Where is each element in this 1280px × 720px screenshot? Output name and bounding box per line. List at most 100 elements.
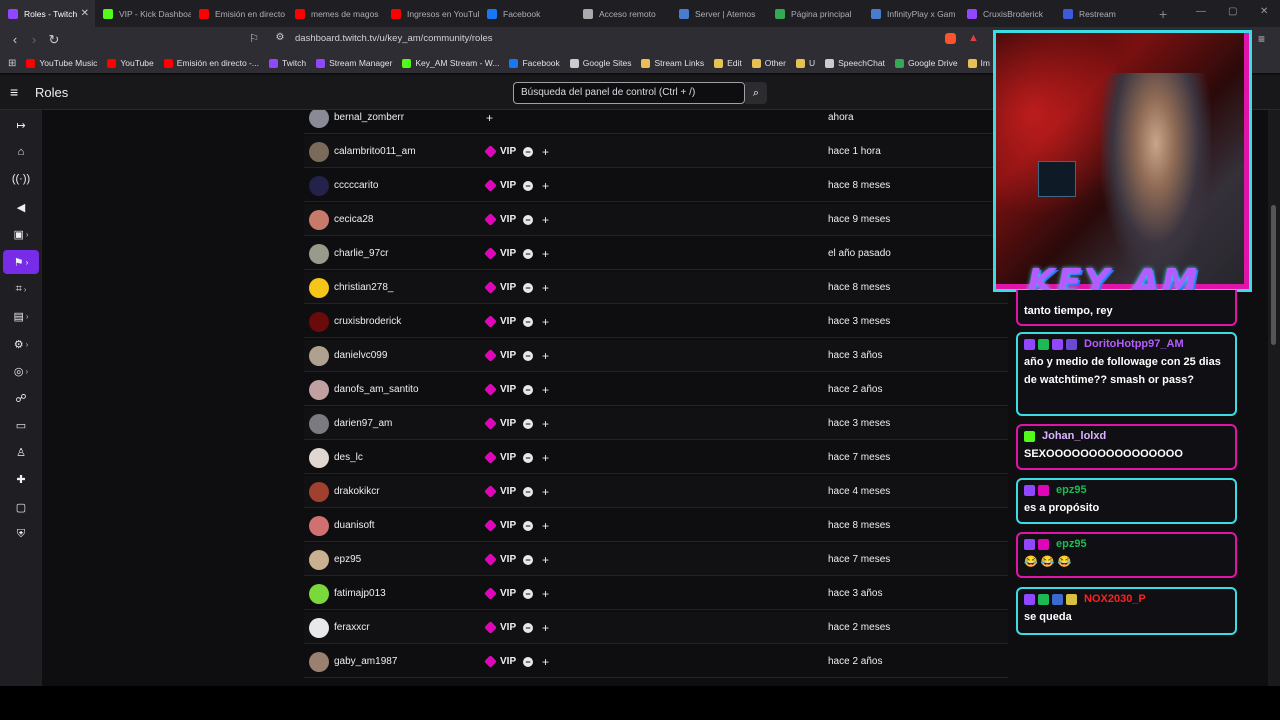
username[interactable]: bernal_zomberr	[334, 112, 404, 123]
username[interactable]: gaby_am1987	[334, 656, 397, 667]
username[interactable]: danielvc099	[334, 350, 387, 361]
browser-tab[interactable]: Server | Atemos	[671, 0, 767, 27]
remove-role-button[interactable]: −	[523, 282, 533, 293]
new-tab-icon[interactable]: +	[1151, 6, 1175, 22]
avatar[interactable]	[309, 651, 329, 672]
content-icon[interactable]: ⌗ ›	[3, 277, 39, 301]
add-role-button[interactable]: +	[542, 587, 549, 601]
safety-icon[interactable]: ⛨	[3, 522, 39, 546]
monetization-icon[interactable]: ▤ ›	[3, 304, 39, 328]
avatar[interactable]	[309, 413, 329, 434]
bookmark-item[interactable]: Stream Manager	[316, 58, 392, 68]
bookmark-item[interactable]: Emisión en directo -...	[163, 58, 259, 68]
avatar[interactable]	[309, 379, 329, 400]
add-role-button[interactable]: +	[542, 655, 549, 669]
avatar[interactable]	[309, 311, 329, 332]
add-role-button[interactable]: +	[542, 621, 549, 635]
username[interactable]: darien97_am	[334, 418, 392, 429]
add-role-button[interactable]: +	[542, 519, 549, 533]
apps-grid-icon[interactable]: ⊞	[8, 58, 16, 69]
remove-role-button[interactable]: −	[523, 214, 533, 225]
username[interactable]: des_lc	[334, 452, 363, 463]
avatar[interactable]	[309, 345, 329, 366]
avatar[interactable]	[309, 447, 329, 468]
promotions-icon[interactable]: ◀	[3, 195, 39, 219]
bookmark-item[interactable]: Google Sites	[569, 58, 631, 68]
avatar[interactable]	[309, 243, 329, 264]
bookmark-item[interactable]: Other	[751, 58, 786, 68]
username[interactable]: christian278_	[334, 282, 393, 293]
remove-role-button[interactable]: −	[523, 418, 533, 429]
collapse-nav-icon[interactable]: ↦	[3, 113, 39, 137]
remove-role-button[interactable]: −	[523, 656, 533, 667]
avatar[interactable]	[309, 617, 329, 638]
remove-role-button[interactable]: −	[523, 588, 533, 599]
scrollbar-thumb[interactable]	[1271, 205, 1276, 345]
bookmark-item[interactable]: YouTube	[107, 58, 154, 68]
bookmark-item[interactable]: U	[796, 58, 815, 68]
bookmark-item[interactable]: YouTube Music	[26, 58, 97, 68]
back-icon[interactable]: ‹	[5, 32, 25, 47]
remove-role-button[interactable]: −	[523, 554, 533, 565]
username[interactable]: drakokikcr	[334, 486, 380, 497]
avatar[interactable]	[309, 110, 329, 128]
browser-tab[interactable]: memes de magos	[287, 0, 383, 27]
bookmark-item[interactable]: SpeechChat	[825, 58, 885, 68]
bookmark-item[interactable]: Google Drive	[894, 58, 958, 68]
username[interactable]: cecica28	[334, 214, 373, 225]
add-role-button[interactable]: +	[542, 145, 549, 159]
remove-role-button[interactable]: −	[523, 520, 533, 531]
username[interactable]: epz95	[334, 554, 361, 565]
remove-role-button[interactable]: −	[523, 180, 533, 191]
bookmark-item[interactable]: Im	[967, 58, 990, 68]
creator-camp-icon[interactable]: ☍	[3, 386, 39, 410]
forward-icon[interactable]: ›	[24, 32, 44, 47]
browser-tab[interactable]: Roles - Twitch ✕	[0, 0, 95, 27]
browser-tab[interactable]: VIP - Kick Dashboard	[95, 0, 191, 27]
settings-icon[interactable]: ⚙ ›	[3, 332, 39, 356]
page-scrollbar[interactable]	[1268, 110, 1280, 686]
achievements-icon[interactable]: ♙	[3, 440, 39, 464]
remove-role-button[interactable]: −	[523, 384, 533, 395]
browser-tab[interactable]: Facebook	[479, 0, 575, 27]
remove-role-button[interactable]: −	[523, 622, 533, 633]
maximize-icon[interactable]: ▢	[1228, 6, 1237, 17]
video-producer-icon[interactable]: ▭	[3, 413, 39, 437]
remove-role-button[interactable]: −	[523, 486, 533, 497]
add-role-button[interactable]: +	[542, 553, 549, 567]
url-field[interactable]: dashboard.twitch.tv/u/key_am/community/r…	[295, 33, 492, 44]
reload-icon[interactable]: ↻	[44, 32, 64, 48]
username[interactable]: duanisoft	[334, 520, 375, 531]
browser-tab[interactable]: CruxisBroderick	[959, 0, 1055, 27]
add-role-button[interactable]: +	[542, 281, 549, 295]
avatar[interactable]	[309, 515, 329, 536]
add-role-button[interactable]: +	[542, 315, 549, 329]
remove-role-button[interactable]: −	[523, 248, 533, 259]
avatar[interactable]	[309, 175, 329, 196]
add-role-button[interactable]: +	[542, 349, 549, 363]
hamburger-menu-icon[interactable]: ≡	[10, 85, 24, 99]
brave-shield-icon[interactable]	[945, 33, 956, 44]
close-window-icon[interactable]: ✕	[1260, 6, 1268, 17]
add-role-button[interactable]: +	[542, 451, 549, 465]
viewer-rewards-icon[interactable]: ◎ ›	[3, 359, 39, 383]
bookmark-item[interactable]: Key_AM Stream - W...	[402, 58, 499, 68]
avatar[interactable]	[309, 583, 329, 604]
avatar[interactable]	[309, 549, 329, 570]
username[interactable]: cccccarito	[334, 180, 378, 191]
add-role-button[interactable]: +	[542, 417, 549, 431]
extensions-icon[interactable]: ✚	[3, 467, 39, 491]
add-role-button[interactable]: +	[542, 179, 549, 193]
avatar[interactable]	[309, 141, 329, 162]
browser-menu-icon[interactable]: ≡	[1258, 32, 1265, 46]
add-role-button[interactable]: +	[486, 111, 493, 125]
community-icon[interactable]: ⚑ ›	[3, 250, 39, 274]
add-role-button[interactable]: +	[542, 485, 549, 499]
search-icon[interactable]: ⌕	[745, 82, 767, 104]
bookmark-icon[interactable]: ⚐	[244, 32, 264, 45]
brave-rewards-icon[interactable]: ▲	[968, 32, 979, 44]
browser-tab[interactable]: Emisión en directo	[191, 0, 287, 27]
home-icon[interactable]: ⌂	[3, 140, 39, 164]
avatar[interactable]	[309, 277, 329, 298]
remove-role-button[interactable]: −	[523, 350, 533, 361]
